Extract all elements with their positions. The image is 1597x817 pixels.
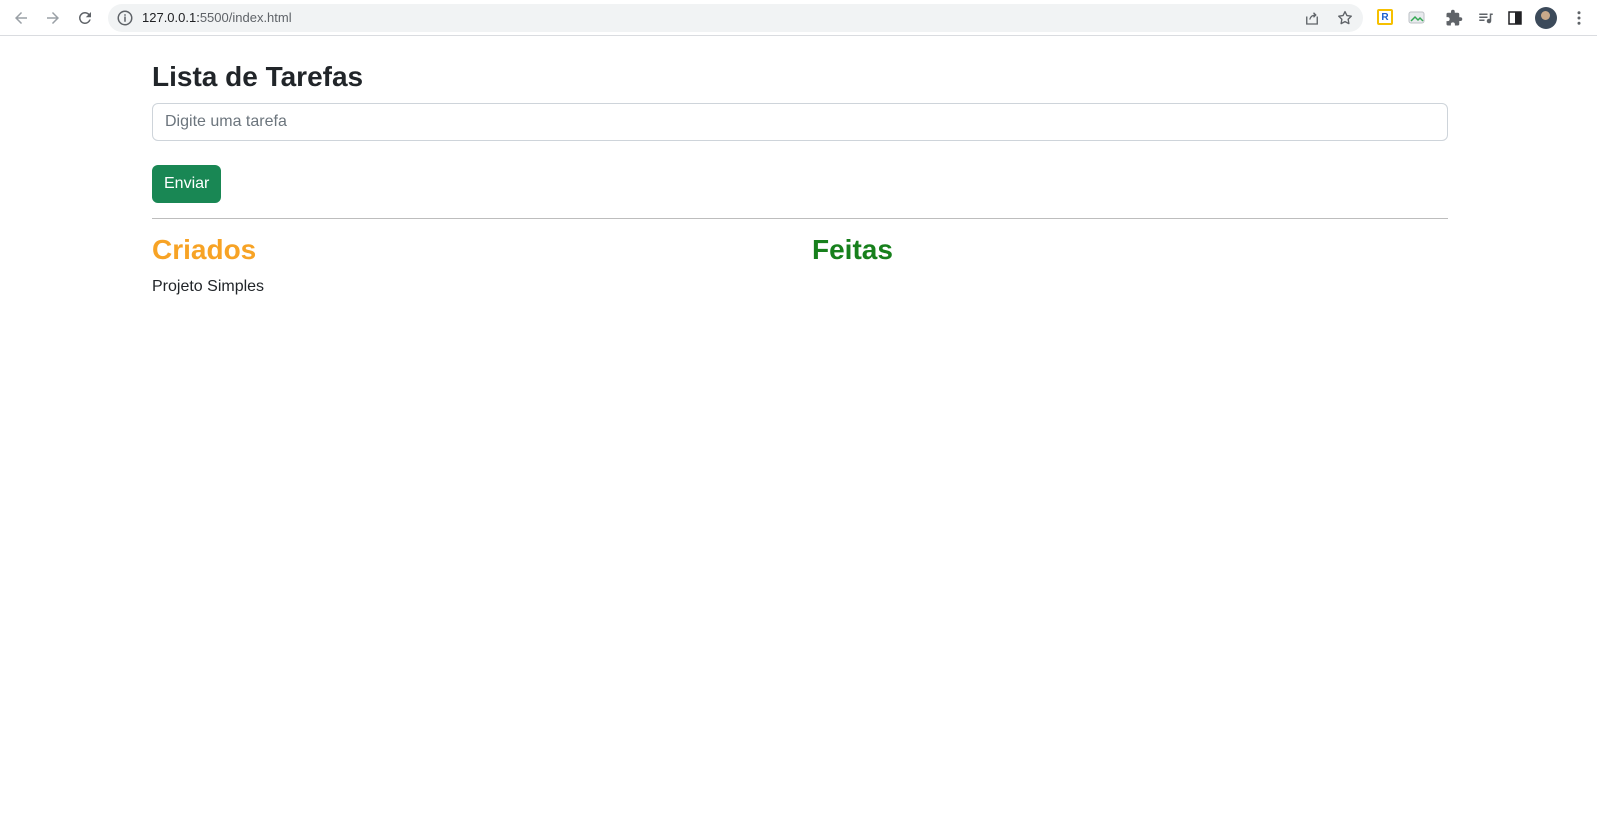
media-controls-button[interactable] — [1474, 6, 1498, 30]
more-vert-icon — [1577, 11, 1581, 25]
share-icon[interactable] — [1303, 9, 1321, 27]
extension-r-icon[interactable]: R — [1377, 9, 1393, 25]
back-button[interactable] — [9, 6, 33, 30]
side-panel-button[interactable] — [1503, 6, 1527, 30]
done-column: Feitas — [812, 233, 1448, 277]
created-column: Criados Projeto Simples — [152, 233, 792, 297]
url-host: 127.0.0.1: — [142, 10, 200, 25]
side-panel-icon — [1508, 11, 1522, 25]
arrow-left-icon — [15, 12, 27, 24]
created-title: Criados — [152, 234, 257, 265]
queue-music-icon — [1479, 13, 1493, 24]
browser-toolbar: 127.0.0.1:5500/index.html R — [0, 0, 1597, 36]
page-title: Lista de Tarefas — [152, 61, 364, 92]
bookmark-star-icon[interactable] — [1336, 9, 1354, 27]
created-task-list: Projeto Simples — [152, 277, 792, 297]
url-path: 5500/index.html — [199, 10, 292, 25]
info-icon[interactable] — [116, 9, 134, 27]
url-text[interactable]: 127.0.0.1:5500/index.html — [142, 10, 292, 25]
extension-r-label: R — [1381, 11, 1389, 23]
divider — [152, 218, 1448, 219]
extension-image-icon[interactable] — [1408, 10, 1425, 25]
reload-button[interactable] — [73, 6, 97, 30]
extensions-button[interactable] — [1442, 6, 1466, 30]
address-bar[interactable]: 127.0.0.1:5500/index.html — [108, 4, 1363, 32]
task-item[interactable]: Projeto Simples — [152, 277, 792, 297]
menu-button[interactable] — [1567, 6, 1591, 30]
forward-button[interactable] — [41, 6, 65, 30]
reload-icon — [78, 11, 91, 24]
send-button[interactable]: Enviar — [152, 165, 222, 203]
task-input[interactable] — [152, 103, 1448, 141]
puzzle-icon — [1446, 9, 1463, 26]
page-content: Lista de Tarefas Enviar Criados Projeto … — [0, 37, 1597, 817]
profile-avatar[interactable] — [1535, 7, 1557, 29]
done-title: Feitas — [812, 234, 893, 265]
arrow-right-icon — [47, 12, 59, 24]
